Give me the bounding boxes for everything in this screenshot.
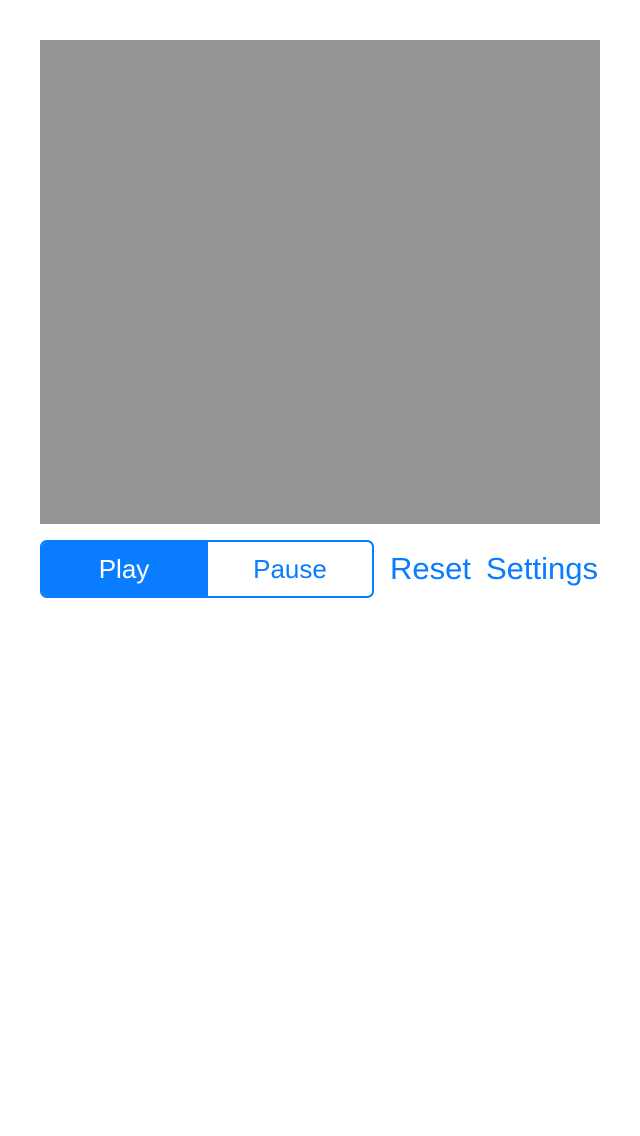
play-pause-segmented-control[interactable]: Play Pause — [40, 540, 374, 598]
reset-button[interactable]: Reset — [390, 540, 471, 598]
play-segment[interactable]: Play — [42, 542, 206, 596]
simulation-canvas[interactable] — [40, 40, 600, 524]
pause-segment[interactable]: Pause — [206, 542, 372, 596]
app-screen: Play Pause Reset Settings — [0, 0, 640, 1136]
settings-button[interactable]: Settings — [486, 540, 598, 598]
